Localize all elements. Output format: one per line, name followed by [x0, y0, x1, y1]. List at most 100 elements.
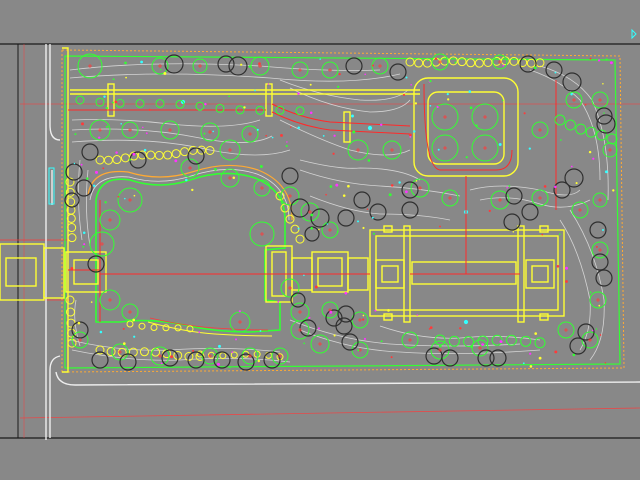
- scatter-dot: [124, 61, 127, 65]
- scatter-dot: [213, 353, 216, 356]
- scatter-dot: [132, 318, 136, 322]
- scatter-dot: [556, 265, 560, 268]
- scatter-dot: [609, 61, 613, 65]
- scatter-dot: [379, 123, 383, 127]
- scatter-dot: [528, 147, 531, 150]
- scatter-dot: [77, 321, 81, 325]
- hedge-shrub: [171, 149, 181, 159]
- hedge-shrub: [466, 58, 476, 68]
- dark-tree-canopy: [545, 61, 563, 79]
- scatter-dot: [103, 95, 106, 98]
- scatter-dot: [105, 106, 108, 110]
- scatter-dot: [465, 156, 468, 159]
- scatter-dot: [344, 291, 348, 295]
- scatter-dot: [408, 133, 412, 137]
- scatter-dot: [238, 310, 241, 313]
- dark-tree-canopy: [345, 57, 363, 75]
- scatter-dot: [506, 186, 508, 189]
- scatter-dot: [447, 98, 450, 101]
- scatter-dot: [410, 84, 412, 86]
- scatter-dot: [133, 194, 136, 197]
- hedge-shrub: [215, 103, 225, 113]
- hedge-shrub: [534, 337, 546, 349]
- scatter-dot: [289, 126, 292, 128]
- scatter-dot: [597, 59, 601, 62]
- scatter-dot: [318, 228, 320, 231]
- scatter-dot: [95, 170, 98, 174]
- scatter-dot: [258, 62, 261, 66]
- bed-line-0: [69, 63, 381, 71]
- scatter-dot: [429, 79, 432, 83]
- scatter-dot: [565, 280, 568, 283]
- scatter-dot: [499, 340, 503, 344]
- scatter-dot: [599, 334, 602, 336]
- bed-line-10: [309, 195, 451, 221]
- scatter-dot: [248, 65, 252, 68]
- scatter-dot: [428, 328, 431, 330]
- road-edges: [45, 44, 640, 440]
- scatter-dot: [603, 112, 605, 114]
- dark-tree-canopy: [562, 72, 582, 92]
- scatter-dot: [470, 345, 473, 349]
- scatter-dot: [390, 184, 394, 187]
- scatter-dot: [124, 197, 126, 200]
- hedge-shrub: [67, 223, 77, 233]
- scatter-dot: [570, 165, 573, 168]
- scatter-dot: [409, 136, 412, 138]
- scatter-dot: [80, 163, 83, 166]
- dark-tree-canopy: [595, 269, 613, 287]
- cad-viewport[interactable]: [0, 0, 640, 480]
- scatter-dot: [598, 304, 601, 307]
- scatter-dot: [541, 233, 544, 236]
- hedge-shrub: [195, 101, 205, 111]
- dark-tree-canopy: [281, 167, 299, 185]
- hedge-shrub: [295, 234, 305, 244]
- bed-line-9: [299, 169, 461, 197]
- scatter-dot: [99, 330, 103, 334]
- scatter-dot: [534, 332, 538, 335]
- scatter-dot: [498, 143, 502, 146]
- scatter-dot: [390, 356, 393, 359]
- scatter-dot: [380, 340, 383, 343]
- hedge-shrub: [155, 98, 165, 108]
- scatter-dot: [198, 331, 201, 333]
- scatter-dot: [481, 343, 484, 346]
- scatter-dot: [104, 201, 107, 204]
- scatter-dot: [402, 93, 406, 96]
- scatter-dot: [90, 301, 93, 303]
- scatter-dot: [232, 176, 236, 179]
- scatter-dot: [218, 344, 221, 348]
- hedge-shrub: [606, 133, 618, 145]
- scatter-dot: [285, 144, 288, 148]
- scatter-dot: [372, 64, 374, 67]
- scatter-dot: [371, 216, 374, 219]
- scatter-dot: [297, 126, 300, 129]
- scatter-dot: [398, 181, 401, 184]
- scatter-dot: [488, 209, 491, 213]
- hedge-shrub: [163, 150, 173, 160]
- scatter-dot: [565, 266, 568, 270]
- scatter-dot: [243, 106, 246, 109]
- scatter-dot: [309, 111, 313, 115]
- dark-tree-canopy: [401, 181, 419, 199]
- scatter-dot: [212, 130, 215, 133]
- site-plan-drawing[interactable]: [0, 0, 640, 480]
- scatter-dot: [329, 185, 333, 188]
- scatter-dot: [143, 148, 147, 152]
- scatter-dot: [434, 57, 438, 61]
- scatter-dot: [74, 133, 77, 136]
- hedge-shrub: [575, 123, 587, 135]
- scatter-dot: [70, 267, 74, 270]
- hedge-shrub: [154, 150, 164, 160]
- scatter-dot: [317, 327, 320, 330]
- scatter-dot: [82, 231, 86, 235]
- scatter-dot: [128, 158, 132, 161]
- scatter-dot: [575, 182, 578, 185]
- scatter-dot: [533, 66, 537, 70]
- hedge-shrub: [95, 155, 105, 165]
- scatter-dot: [277, 300, 280, 303]
- scatter-dot: [82, 245, 85, 248]
- scatter-dot: [336, 230, 339, 233]
- hedge-shrub: [414, 58, 424, 68]
- scatter-dot: [362, 226, 365, 230]
